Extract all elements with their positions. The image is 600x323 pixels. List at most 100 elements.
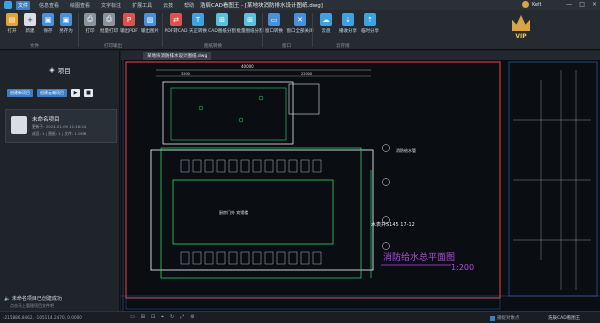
canvas-background xyxy=(121,60,600,311)
snap-toggle[interactable]: 捕捉对象点 xyxy=(490,315,520,321)
temp-share-icon: ⇡ xyxy=(364,13,376,26)
save-icon: ▣ xyxy=(42,13,54,26)
window-convert-button[interactable]: ▭ 窗口转换 xyxy=(264,13,284,34)
rotate-icon[interactable]: ↻ xyxy=(170,314,174,320)
user-name: Kelt xyxy=(532,1,542,8)
crown-icon xyxy=(512,15,530,31)
grid-icon[interactable]: ⊞ xyxy=(141,314,145,320)
receive-share-button[interactable]: ⇣ 播收分享 xyxy=(338,13,358,34)
cad-canvas[interactable]: 40000 3200 22000 厨房门外 宾馆楼 消防给水管 水表井S145 … xyxy=(121,60,600,311)
ribbon-separator xyxy=(78,13,79,47)
batch-split-button[interactable]: ⊞ 批量图纸分割 xyxy=(237,13,264,34)
pdf-to-cad-button[interactable]: ⇄ PDF转CAD xyxy=(165,13,187,34)
batch-split-icon: ⊞ xyxy=(244,13,256,26)
video-icon[interactable]: ■ xyxy=(84,89,93,97)
project-title: 项目 xyxy=(57,67,71,75)
snap-icon[interactable]: ⊡ xyxy=(151,314,155,320)
document-tabs: 某地块消防排水设计图纸.dwg xyxy=(121,51,600,60)
open-icon: ▤ xyxy=(6,13,18,26)
plan-scale: 1:200 xyxy=(451,263,474,272)
pdf-export-button[interactable]: P 输出PDF xyxy=(119,13,139,34)
batch-print-button[interactable]: ⎙ 批量打印 xyxy=(99,13,119,34)
new-project-button[interactable]: 创建新项目 xyxy=(7,89,33,97)
maximize-icon[interactable]: □ xyxy=(579,1,585,8)
batch-print-icon: ⎙ xyxy=(103,13,115,26)
image-export-icon: ▨ xyxy=(144,13,156,26)
user-account[interactable]: Kelt xyxy=(522,1,541,8)
status-tools: ▭ ⊞ ⊡ ⌖ ↻ ⤢ ⚙ xyxy=(130,314,195,320)
menu-tab-drawing[interactable]: 绘图查看 xyxy=(68,1,92,10)
group-label-print: 打印输出 xyxy=(104,44,122,49)
pdf-export-icon: P xyxy=(123,13,135,26)
print-button[interactable]: ⎙ 打印 xyxy=(80,13,100,34)
project-actions: 创建新项目 创建云端项目 ▶ ■ xyxy=(7,89,93,97)
cad-split-button[interactable]: ⊞ CAD图纸分割 xyxy=(208,13,236,34)
layers-icon: ◈ xyxy=(49,66,55,74)
group-label-cloud: 云存储 xyxy=(336,44,350,49)
dimension-left: 3200 xyxy=(181,72,190,76)
speaker-icon: 🔈 xyxy=(4,296,11,302)
layout-icon[interactable]: ▭ xyxy=(130,314,135,320)
vip-label: VIP xyxy=(515,33,527,40)
image-export-button[interactable]: ▨ 输出图片 xyxy=(140,13,160,34)
project-panel: ◈ 项目 创建新项目 创建云端项目 ▶ ■ 未命名项目 更新于: 2024-01… xyxy=(0,51,120,311)
project-header: ◈ 项目 xyxy=(0,65,120,75)
menu-tab-help[interactable]: 帮助 xyxy=(182,1,196,10)
window-title: 浩辰CAD看图王 - [某地块消防排水设计图纸.dwg] xyxy=(200,3,323,9)
snap-checkbox[interactable] xyxy=(490,315,495,321)
menu-tabs: 文件 信息查看 绘图查看 文字标注 扩展工具 云技 帮助 xyxy=(16,1,196,10)
window-controls: — □ × xyxy=(566,1,597,8)
project-card[interactable]: 未命名项目 更新于: 2024-01-09 11:18:24 成员: 1 | 图… xyxy=(5,109,117,143)
project-meta: 成员: 1 | 图纸: 1 | 文件: 1.0MB xyxy=(32,131,87,136)
temp-share-button[interactable]: ⇡ 临时分享 xyxy=(360,13,380,34)
menu-tab-annotate[interactable]: 文字标注 xyxy=(99,1,123,10)
save-as-button[interactable]: ▣ 另存为 xyxy=(56,13,76,34)
room-label: 厨房门外 宾馆楼 xyxy=(219,209,248,215)
tangent-convert-button[interactable]: T 天正转换 xyxy=(188,13,208,34)
notice-message: 🔈 未命名项目已创建成功 xyxy=(4,295,62,302)
window-convert-icon: ▭ xyxy=(268,13,280,26)
new-button[interactable]: + 新建 xyxy=(20,13,40,34)
target-icon[interactable]: ⌖ xyxy=(161,314,164,320)
cad-split-icon: ⊞ xyxy=(216,13,228,26)
cloud-disk-button[interactable]: ☁ 云盘 xyxy=(316,13,336,34)
project-stack-icon xyxy=(11,116,27,134)
snap-label: 捕捉对象点 xyxy=(497,316,520,321)
minimize-icon[interactable]: — xyxy=(566,1,572,8)
play-icon[interactable]: ▶ xyxy=(71,89,80,97)
group-label-convert: 图纸转换 xyxy=(204,44,222,49)
receive-share-icon: ⇣ xyxy=(342,13,354,26)
ribbon-separator xyxy=(312,13,313,47)
open-button[interactable]: ▤ 打开 xyxy=(2,13,22,34)
plan-title: 消防给水总平面图 xyxy=(383,251,455,263)
save-button[interactable]: ▣ 保存 xyxy=(38,13,58,34)
close-all-button[interactable]: ✕ 窗口全部关闭 xyxy=(287,13,314,34)
status-bar: -215886.8462, -105114.2470, 0.0000 ▭ ⊞ ⊡… xyxy=(0,311,600,323)
document-area: 某地块消防排水设计图纸.dwg 40000 3200 22000 厨房门外 宾馆… xyxy=(121,51,600,311)
pipe-label: 消防给水管 xyxy=(396,147,416,153)
menu-tab-file[interactable]: 文件 xyxy=(16,1,31,10)
app-logo-icon xyxy=(4,1,12,9)
menu-tab-info[interactable]: 信息查看 xyxy=(37,1,61,10)
zoom-extents-icon[interactable]: ⤢ xyxy=(180,314,184,320)
menu-tab-extend[interactable]: 扩展工具 xyxy=(130,1,154,10)
title-bar: 文件 信息查看 绘图查看 文字标注 扩展工具 云技 帮助 浩辰CAD看图王 - … xyxy=(0,0,600,10)
avatar[interactable] xyxy=(522,1,529,8)
ribbon-separator xyxy=(162,13,163,47)
brand-label: 浩辰CAD看图王 xyxy=(548,316,581,321)
cloud-project-button[interactable]: 创建云端项目 xyxy=(37,89,67,97)
new-icon: + xyxy=(24,13,36,26)
save-as-icon: ▣ xyxy=(60,13,72,26)
settings-icon[interactable]: ⚙ xyxy=(190,314,194,320)
document-tab[interactable]: 某地块消防排水设计图纸.dwg xyxy=(143,52,212,60)
cloud-disk-icon: ☁ xyxy=(320,13,332,26)
menu-tab-cloud[interactable]: 云技 xyxy=(161,1,175,10)
ribbon-toolbar: ▤ 打开 + 新建 ▣ 保存 ▣ 另存为 ⎙ 打印 ⎙ 批量打印 P 输出PDF ▨ 输出图片 … xyxy=(0,10,600,50)
close-icon[interactable]: × xyxy=(592,1,597,8)
notice-subtext[interactable]: 点击马上管理项目文件吧 xyxy=(10,303,54,309)
vip-button[interactable]: VIP xyxy=(506,12,536,48)
group-label-file: 文件 xyxy=(30,44,39,49)
project-name: 未命名项目 xyxy=(32,117,60,123)
notice-text: 未命名项目已创建成功 xyxy=(11,296,62,302)
coordinate-readout: -215886.8462, -105114.2470, 0.0000 xyxy=(3,315,82,320)
